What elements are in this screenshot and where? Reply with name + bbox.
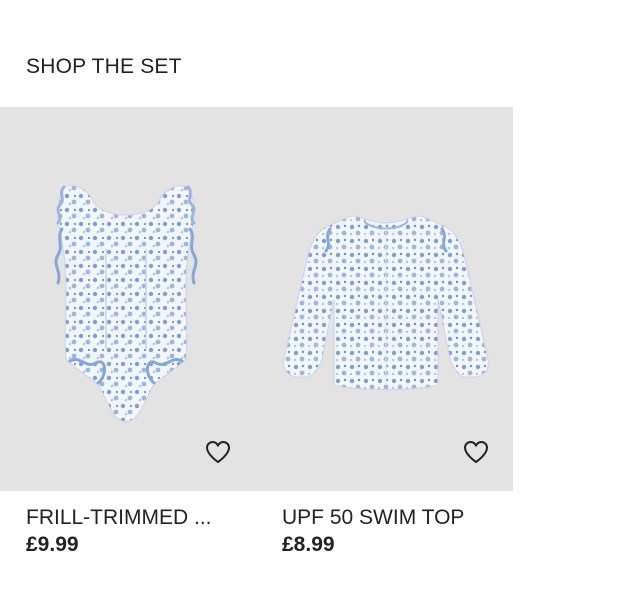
heart-outline-icon [206,441,230,463]
product-name[interactable]: UPF 50 SWIM TOP [282,506,464,530]
section-title: SHOP THE SET [26,55,182,78]
product-price: £8.99 [282,533,335,556]
product-card[interactable]: FRILL-TRIMMED ... £9.99 [0,107,258,567]
product-price: £9.99 [26,533,79,556]
product-card[interactable]: UPF 50 SWIM TOP £8.99 [258,107,513,567]
product-image-area[interactable] [258,107,513,491]
product-name[interactable]: FRILL-TRIMMED ... [26,506,212,530]
swim-top-image [283,215,489,390]
favorite-button[interactable] [461,437,491,467]
favorite-button[interactable] [203,437,233,467]
product-image-area[interactable] [0,107,258,491]
swimsuit-image [54,185,198,422]
product-carousel[interactable]: FRILL-TRIMMED ... £9.99 UPF 50 SWIM TOP … [0,107,641,567]
shop-the-set-page: SHOP THE SET FRILL-TRIMMED ... £9.99 UPF… [0,0,641,600]
heart-outline-icon [464,441,488,463]
